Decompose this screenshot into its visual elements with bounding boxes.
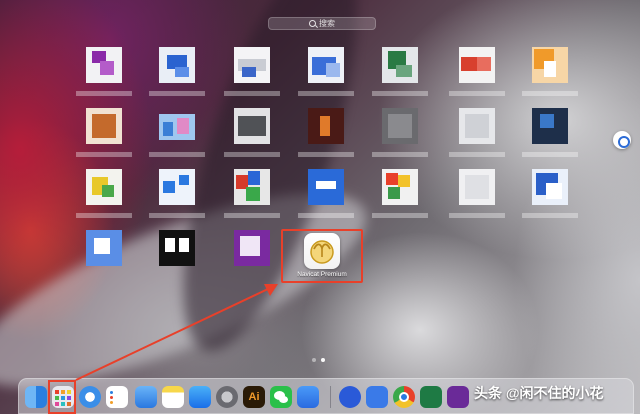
lark-icon[interactable] <box>297 386 319 408</box>
excel-icon[interactable] <box>420 386 442 408</box>
pixelated-app[interactable] <box>149 43 205 96</box>
pen-app-icon[interactable] <box>366 386 388 408</box>
app-store-icon[interactable] <box>189 386 211 408</box>
safari-icon[interactable] <box>79 386 101 408</box>
pixelated-app[interactable] <box>149 165 205 218</box>
system-preferences-icon[interactable] <box>216 386 238 408</box>
assistive-touch-button[interactable] <box>613 131 631 149</box>
search-placeholder: 搜索 <box>319 19 335 28</box>
dock-separator <box>330 386 331 408</box>
wechat-icon[interactable] <box>270 386 292 408</box>
pixelated-app[interactable] <box>372 43 428 96</box>
feather-app-icon[interactable] <box>447 386 469 408</box>
pixelated-app[interactable] <box>76 165 132 218</box>
pixelated-app[interactable] <box>298 165 354 218</box>
pixelated-app[interactable] <box>449 43 505 96</box>
pixelated-app[interactable] <box>76 43 132 96</box>
pixelated-app[interactable] <box>372 165 428 218</box>
pixelated-app[interactable] <box>449 104 505 157</box>
pixelated-app[interactable] <box>224 165 280 218</box>
reminders-icon[interactable] <box>106 386 128 408</box>
mail-icon[interactable] <box>135 386 157 408</box>
navicat-app-label: Navicat Premium <box>297 271 347 278</box>
launchpad-search-field[interactable]: 搜索 <box>268 17 376 30</box>
finder-icon[interactable] <box>25 386 47 408</box>
launchpad-highlight-box <box>48 380 76 414</box>
watermark: 头条 @闲不住的小花 <box>474 385 604 401</box>
illustrator-icon[interactable]: Ai <box>243 386 265 408</box>
page-dot-current[interactable] <box>321 358 325 362</box>
pixelated-app[interactable] <box>82 226 126 270</box>
pixelated-app[interactable] <box>522 165 578 218</box>
baidu-netdisk-icon[interactable] <box>339 386 361 408</box>
pixelated-app[interactable] <box>449 165 505 218</box>
pixelated-app[interactable] <box>224 104 280 157</box>
pixelated-app[interactable] <box>298 43 354 96</box>
pixelated-app[interactable] <box>149 104 205 157</box>
navicat-premium-app[interactable] <box>304 233 340 269</box>
page-dot[interactable] <box>312 358 316 362</box>
pixelated-app[interactable] <box>155 226 199 270</box>
pixelated-app[interactable] <box>522 104 578 157</box>
pixelated-app[interactable] <box>224 43 280 96</box>
page-indicator <box>312 358 325 362</box>
pixelated-app[interactable] <box>298 104 354 157</box>
pixelated-app[interactable] <box>372 104 428 157</box>
pixelated-app[interactable] <box>522 43 578 96</box>
search-icon <box>309 20 316 27</box>
notes-icon[interactable] <box>162 386 184 408</box>
pixelated-app[interactable] <box>76 104 132 157</box>
chrome-icon[interactable] <box>393 386 415 408</box>
pixelated-app[interactable] <box>230 226 274 270</box>
navicat-seagull-icon <box>310 240 334 264</box>
